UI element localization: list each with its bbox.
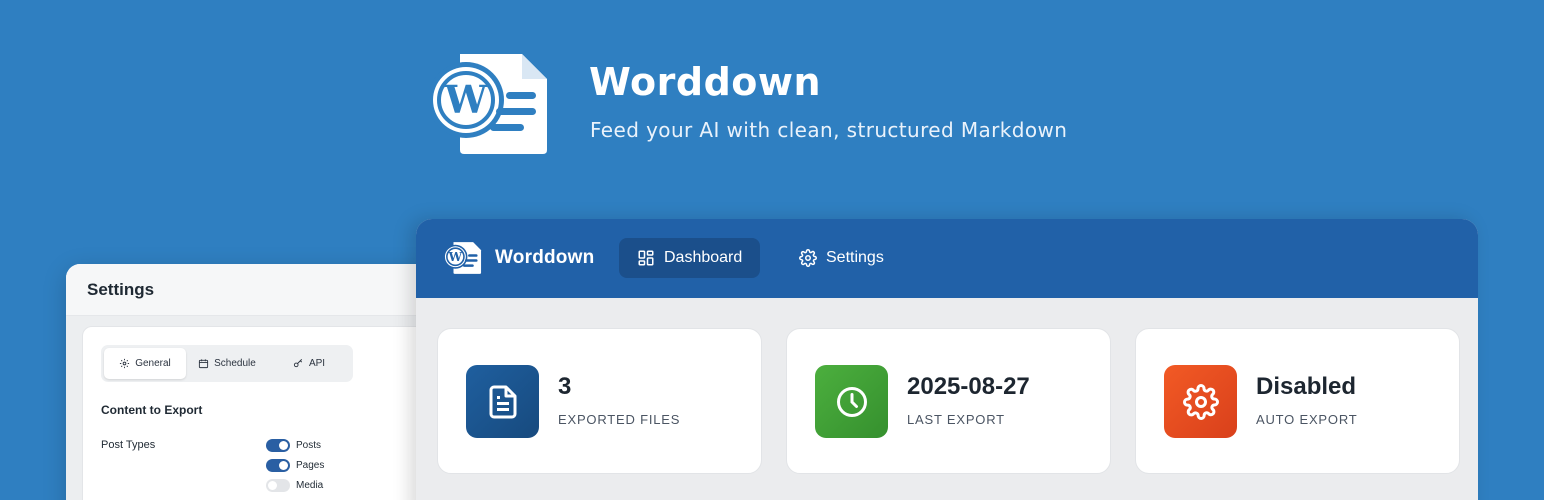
nav-dashboard-label: Dashboard — [664, 249, 743, 266]
stat-label: AUTO EXPORT — [1256, 412, 1358, 427]
svg-text:W: W — [448, 250, 463, 264]
settings-tabs: General Schedule API — [101, 345, 353, 382]
document-icon — [489, 385, 516, 418]
stat-icon-box — [1164, 365, 1237, 438]
post-types-list: Posts Pages Media — [266, 435, 324, 495]
tab-general-label: General — [135, 358, 171, 369]
hero-subtitle: Feed your AI with clean, structured Mark… — [590, 118, 1068, 142]
wordpress-document-icon: W — [444, 242, 482, 274]
post-types-label: Post Types — [101, 439, 156, 451]
stat-value: Disabled — [1256, 373, 1357, 400]
media-toggle[interactable] — [266, 478, 290, 492]
stat-card-exported-files: 3 EXPORTED FILES — [437, 328, 762, 474]
tab-api[interactable]: API — [268, 348, 350, 379]
nav-settings[interactable]: Settings — [781, 238, 902, 278]
gear-icon — [120, 358, 130, 369]
tab-general[interactable]: General — [104, 348, 186, 379]
nav-settings-label: Settings — [826, 249, 884, 266]
stat-card-last-export: 2025-08-27 LAST EXPORT — [786, 328, 1111, 474]
posts-toggle[interactable] — [266, 438, 290, 452]
gear-icon — [1182, 383, 1219, 420]
stat-value: 3 — [558, 373, 572, 400]
key-icon — [293, 359, 302, 368]
dashboard-window: W Worddown Dashboard Settings 3 EXPORTED… — [416, 219, 1478, 500]
post-type-pages: Pages — [266, 455, 324, 475]
settings-panel-body: General Schedule API Content to Export P… — [66, 316, 446, 500]
clock-icon — [836, 386, 867, 417]
tab-api-label: API — [308, 358, 326, 369]
wordpress-document-icon: W — [430, 54, 547, 154]
dashboard-header: W Worddown Dashboard Settings — [416, 219, 1478, 298]
svg-text:W: W — [444, 77, 489, 122]
stat-value: 2025-08-27 — [907, 373, 1030, 400]
post-type-label: Pages — [296, 459, 325, 471]
stat-card-auto-export: Disabled AUTO EXPORT — [1135, 328, 1460, 474]
settings-panel: Settings General Schedule API Content to… — [66, 264, 446, 500]
app-brand: Worddown — [495, 247, 595, 268]
calendar-icon — [199, 359, 209, 369]
post-type-posts: Posts — [266, 435, 324, 455]
grid-icon — [638, 250, 654, 266]
tab-schedule-label: Schedule — [214, 358, 256, 369]
nav-dashboard[interactable]: Dashboard — [619, 238, 761, 278]
hero-title: Worddown — [589, 60, 822, 104]
post-type-label: Media — [296, 479, 324, 491]
stat-label: LAST EXPORT — [907, 412, 1005, 427]
settings-form: General Schedule API Content to Export P… — [82, 326, 446, 500]
stat-icon-box — [466, 365, 539, 438]
post-type-label: Posts — [296, 439, 322, 451]
settings-panel-title: Settings — [66, 264, 446, 316]
stat-icon-box — [815, 365, 888, 438]
pages-toggle[interactable] — [266, 458, 290, 472]
gear-icon — [799, 249, 817, 267]
post-type-media: Media — [266, 475, 324, 495]
stat-label: EXPORTED FILES — [558, 412, 681, 427]
tab-schedule[interactable]: Schedule — [186, 348, 268, 379]
content-to-export-heading: Content to Export — [101, 403, 203, 417]
